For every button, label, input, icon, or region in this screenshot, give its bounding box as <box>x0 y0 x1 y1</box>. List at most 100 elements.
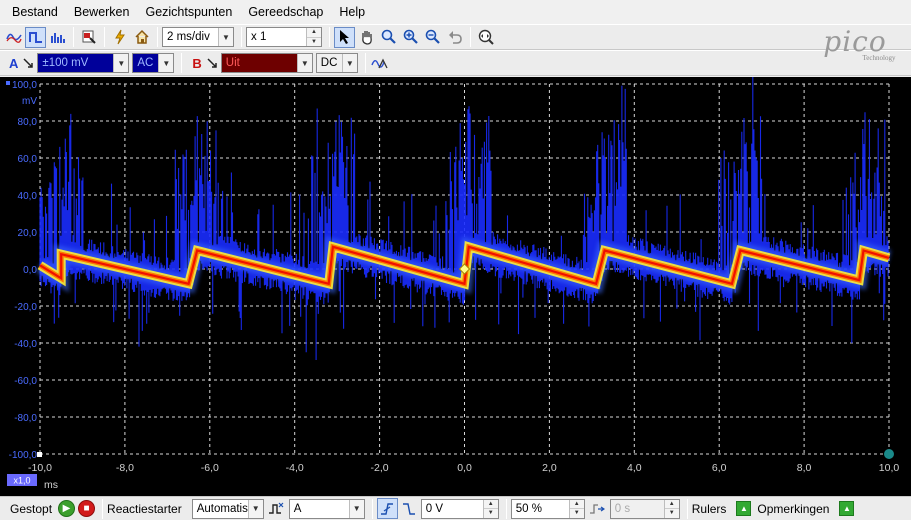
statusbar-separator <box>102 498 104 519</box>
x-tick-label: -2,0 <box>371 462 389 474</box>
scope-display[interactable]: 100,0 80,0 60,0 40,0 20,0 0,0 -20,0 -40,0 -60,0 -… <box>0 77 911 496</box>
zoom-icon[interactable] <box>378 27 399 48</box>
spin-arrows-icon: ▲ ▼ <box>568 499 584 518</box>
menu-bestand[interactable]: Bestand <box>4 0 66 24</box>
channel-a-options-icon[interactable] <box>21 53 35 74</box>
x-tick-label: 6,0 <box>712 462 727 474</box>
statusbar-separator <box>371 498 373 519</box>
y-tick-label: 20,0 <box>18 228 38 239</box>
channel-b-label[interactable]: B <box>192 56 201 71</box>
y-tick-label: -20,0 <box>14 302 37 313</box>
start-button[interactable]: ▶ <box>58 500 76 517</box>
spectrum-mode-icon[interactable] <box>47 27 68 48</box>
persistence-mode-icon[interactable] <box>25 26 46 48</box>
trigger-mode-value: Automatis <box>196 502 248 515</box>
signal-generator-icon[interactable] <box>109 27 130 48</box>
toolbar-separator <box>73 27 74 47</box>
toolbar-separator <box>157 27 158 47</box>
trigger-settings-icon[interactable] <box>267 500 285 518</box>
channel-a-range-select[interactable]: ±100 mV ▼ <box>37 53 130 73</box>
x-tick-label: 10,0 <box>879 462 900 474</box>
stop-button[interactable]: ■ <box>78 500 96 517</box>
threshold-value: 0 V <box>425 502 443 515</box>
hand-tool-icon[interactable] <box>356 27 377 48</box>
trigger-channel-select[interactable]: A ▼ <box>288 498 365 519</box>
menu-gereedschap[interactable]: Gereedschap <box>240 0 331 24</box>
toolbar-separator <box>470 27 471 47</box>
trigger-label: Reactiestarter <box>107 501 182 516</box>
toolbar-separator <box>241 27 242 47</box>
zoom-badge-label: x1,0 <box>13 476 30 486</box>
channel-a-range-value: ±100 mV <box>42 57 89 69</box>
menu-gezichtspunten[interactable]: Gezichtspunten <box>137 0 240 24</box>
channel-a-coupling-select[interactable]: AC ▼ <box>132 53 175 73</box>
x-unit-label: ms <box>44 479 58 491</box>
rising-edge-icon[interactable] <box>376 498 398 519</box>
y-tick-label: 60,0 <box>18 154 38 165</box>
delay-icon[interactable] <box>588 500 606 518</box>
trigger-mode-select[interactable]: Automatis ▼ <box>191 498 264 519</box>
menu-help[interactable]: Help <box>331 0 373 24</box>
logo-word: pico <box>823 25 887 58</box>
channel-toolbar: A ±100 mV ▼ AC ▼ B Uit ▼ DC ▼ <box>0 50 911 76</box>
zoom-in-icon[interactable] <box>400 27 421 48</box>
x-tick-label: -6,0 <box>201 462 219 474</box>
timebase-select[interactable]: 2 ms/div ▼ <box>162 27 234 47</box>
status-bar: Gestopt ▶ ■ Reactiestarter Automatis ▼ A… <box>0 496 911 520</box>
waveform-plot[interactable]: 100,0 80,0 60,0 40,0 20,0 0,0 -20,0 -40,0 -60,0 -… <box>0 77 911 496</box>
chevron-down-icon: ▼ <box>348 499 364 518</box>
menu-bewerken[interactable]: Bewerken <box>66 0 138 24</box>
select-tool-icon[interactable] <box>334 26 355 48</box>
delay-stepper[interactable]: 0 s ▲ ▼ <box>609 498 680 519</box>
falling-edge-icon[interactable] <box>399 498 420 519</box>
y-tick-label: 80,0 <box>18 117 38 128</box>
notes-toggle-icon[interactable]: ▲ <box>839 501 855 516</box>
zoom-factor-stepper[interactable]: x 1 ▲ ▼ <box>246 27 322 47</box>
y-unit-label: mV <box>22 96 37 107</box>
y-tick-label: 100,0 <box>12 80 37 91</box>
channel-b-coupling-select[interactable]: DC ▼ <box>315 53 358 73</box>
ruler-handle-icon[interactable] <box>884 449 894 459</box>
rulers-toggle-icon[interactable]: ▲ <box>736 501 752 516</box>
channel-a-label[interactable]: A <box>9 56 18 71</box>
x-tick-label: 4,0 <box>627 462 642 474</box>
delay-value: 0 s <box>614 502 631 515</box>
channel-b-range-value: Uit <box>225 57 240 69</box>
toolbar-separator <box>364 53 366 73</box>
pretrigger-stepper[interactable]: 50 % ▲ ▼ <box>510 498 585 519</box>
home-icon[interactable] <box>131 27 152 48</box>
acquisition-state: Gestopt <box>10 501 53 516</box>
x-tick-label: -8,0 <box>116 462 134 474</box>
channel-a-coupling-value: AC <box>137 57 154 69</box>
x-tick-label: 8,0 <box>797 462 812 474</box>
channel-b-range-select[interactable]: Uit ▼ <box>220 53 313 73</box>
y-tick-label: 40,0 <box>18 191 38 202</box>
y-bottom-marker <box>37 452 42 457</box>
timebase-value: 2 ms/div <box>167 31 210 43</box>
undo-zoom-icon[interactable] <box>444 27 465 48</box>
x-tick-label: -10,0 <box>28 462 52 474</box>
trigger-channel-value: A <box>293 502 302 515</box>
y-tick-label: -80,0 <box>14 413 37 424</box>
spin-arrows-icon: ▲ ▼ <box>663 499 679 518</box>
zoom-out-icon[interactable] <box>422 27 443 48</box>
rulers-label: Rulers <box>691 501 727 516</box>
y-tick-label: -60,0 <box>14 376 37 387</box>
math-channels-icon[interactable] <box>370 53 391 74</box>
channel-b-options-icon[interactable] <box>205 53 219 74</box>
chevron-down-icon: ▼ <box>158 54 174 72</box>
chevron-down-icon: ▼ <box>247 499 263 518</box>
pretrigger-value: 50 % <box>515 502 542 515</box>
record-icon[interactable] <box>78 27 99 48</box>
scope-mode-icon[interactable] <box>3 27 24 48</box>
x-tick-label: 0,0 <box>457 462 472 474</box>
zoom-factor-value: x 1 <box>251 31 267 43</box>
y-tick-label: -100,0 <box>9 450 38 461</box>
menu-bar: Bestand Bewerken Gezichtspunten Gereedsc… <box>0 0 911 24</box>
y-tick-label: 0,0 <box>23 265 37 276</box>
threshold-stepper[interactable]: 0 V ▲ ▼ <box>420 498 499 519</box>
waveform-noise-band <box>39 77 889 360</box>
channel-b-coupling-value: DC <box>320 57 338 69</box>
zoom-fit-icon[interactable] <box>475 27 496 48</box>
y-tick-label: -40,0 <box>14 339 37 350</box>
